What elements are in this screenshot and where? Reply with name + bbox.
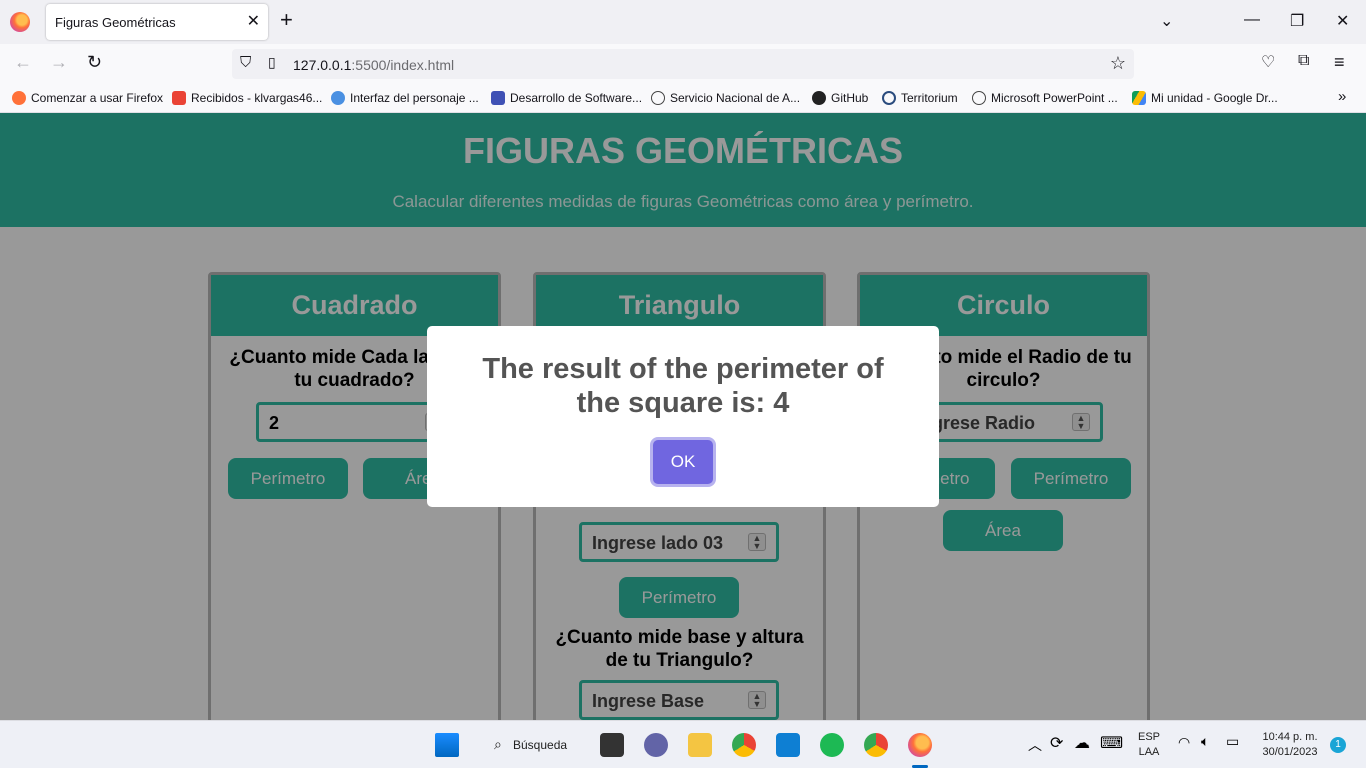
taskbar: ⌕ Búsqueda ︿ ⟳ ☁ ⌨ ESP LAA ◠ 🔈︎ ▭ 10:44 … bbox=[0, 720, 1366, 768]
clock-time: 10:44 p. m. bbox=[1262, 731, 1318, 743]
firefox-icon bbox=[12, 91, 26, 105]
chevron-up-icon[interactable]: ︿ bbox=[1028, 735, 1042, 755]
shield-icon[interactable]: ⛉ bbox=[240, 54, 251, 71]
clock[interactable]: 10:44 p. m. 30/01/2023 bbox=[1252, 730, 1328, 760]
tab-title: Figuras Geométricas bbox=[55, 15, 176, 30]
search-icon: ⌕ bbox=[494, 736, 502, 752]
cloud-icon[interactable]: ☁ bbox=[1074, 733, 1090, 753]
wifi-icon[interactable]: ◠ bbox=[1178, 734, 1190, 751]
result-dialog: The result of the perimeter of the squar… bbox=[427, 326, 939, 507]
bookmark-item[interactable]: Servicio Nacional de A... bbox=[651, 91, 800, 105]
notification-badge[interactable]: 1 bbox=[1330, 737, 1346, 753]
globe-icon bbox=[972, 91, 986, 105]
bookmarks-bar: Comenzar a usar Firefox Recibidos - klva… bbox=[0, 84, 1366, 113]
file-explorer-icon[interactable] bbox=[688, 733, 712, 757]
chrome-profile-icon[interactable] bbox=[864, 733, 888, 757]
reload-icon[interactable]: ↻ bbox=[87, 52, 102, 73]
firefox-taskbar-icon[interactable] bbox=[908, 733, 932, 757]
site-icon bbox=[882, 91, 896, 105]
keyboard-icon[interactable]: ⌨ bbox=[1100, 733, 1123, 753]
taskbar-search[interactable]: ⌕ Búsqueda bbox=[480, 729, 584, 761]
bookmark-item[interactable]: Interfaz del personaje ... bbox=[331, 91, 479, 105]
globe-icon bbox=[651, 91, 665, 105]
windows-start-icon[interactable] bbox=[435, 733, 459, 757]
new-tab-icon[interactable]: + bbox=[280, 9, 293, 31]
site-icon bbox=[491, 91, 505, 105]
google-drive-icon bbox=[1132, 91, 1146, 105]
modal-backdrop[interactable]: The result of the perimeter of the squar… bbox=[0, 113, 1366, 720]
more-bookmarks-icon[interactable]: » bbox=[1338, 88, 1346, 105]
task-view-icon[interactable] bbox=[600, 733, 624, 757]
url-text[interactable]: 127.0.0.1:5500/index.html bbox=[293, 57, 454, 73]
battery-icon[interactable]: ▭ bbox=[1226, 733, 1239, 750]
search-label: Búsqueda bbox=[513, 738, 568, 752]
menu-icon[interactable]: ≡ bbox=[1334, 52, 1345, 73]
bookmark-item[interactable]: GitHub bbox=[812, 91, 868, 105]
restore-icon[interactable]: ❐ bbox=[1290, 11, 1304, 31]
pocket-icon[interactable]: ♡ bbox=[1261, 52, 1275, 72]
active-tab[interactable]: Figuras Geométricas ✕ bbox=[46, 4, 268, 40]
volume-icon[interactable]: 🔈︎ bbox=[1201, 733, 1209, 750]
language-indicator[interactable]: ESP LAA bbox=[1134, 730, 1164, 760]
bookmark-item[interactable]: Recibidos - klvargas46... bbox=[172, 91, 322, 105]
bookmark-item[interactable]: Mi unidad - Google Dr... bbox=[1132, 91, 1278, 105]
bookmark-star-icon[interactable]: ☆ bbox=[1110, 53, 1126, 74]
close-window-icon[interactable]: ✕ bbox=[1336, 11, 1349, 31]
firefox-logo-icon[interactable] bbox=[10, 12, 30, 32]
teams-icon[interactable] bbox=[644, 733, 668, 757]
close-tab-icon[interactable]: ✕ bbox=[247, 11, 260, 31]
tab-bar: Figuras Geométricas ✕ + ⌄ — ❐ ✕ bbox=[0, 0, 1366, 44]
list-tabs-icon[interactable]: ⌄ bbox=[1160, 11, 1173, 31]
url-bar[interactable]: ⛉ ▯ 127.0.0.1:5500/index.html ☆ bbox=[232, 49, 1134, 79]
language-code: ESP bbox=[1137, 731, 1160, 743]
page-icon[interactable]: ▯ bbox=[268, 54, 276, 71]
bookmark-item[interactable]: Comenzar a usar Firefox bbox=[12, 91, 163, 105]
minimize-icon[interactable]: — bbox=[1244, 11, 1260, 29]
bookmark-item[interactable]: Microsoft PowerPoint ... bbox=[972, 91, 1118, 105]
page-content: FIGURAS GEOMÉTRICAS Calacular diferentes… bbox=[0, 113, 1366, 720]
forward-icon[interactable]: → bbox=[50, 52, 68, 73]
ok-button[interactable]: OK bbox=[653, 440, 713, 484]
keyboard-layout: LAA bbox=[1138, 746, 1160, 758]
chrome-icon[interactable] bbox=[732, 733, 756, 757]
vscode-icon[interactable] bbox=[776, 733, 800, 757]
bookmark-item[interactable]: Desarrollo de Software... bbox=[491, 91, 642, 105]
gmail-icon bbox=[172, 91, 186, 105]
extensions-icon[interactable]: ⧉ bbox=[1298, 52, 1309, 70]
github-icon bbox=[812, 91, 826, 105]
site-icon bbox=[331, 91, 345, 105]
result-message: The result of the perimeter of the squar… bbox=[482, 353, 884, 419]
clock-date: 30/01/2023 bbox=[1262, 746, 1318, 758]
bookmark-item[interactable]: Territorium bbox=[882, 91, 958, 105]
back-icon[interactable]: ← bbox=[14, 52, 32, 73]
sync-icon[interactable]: ⟳ bbox=[1050, 733, 1063, 753]
spotify-icon[interactable] bbox=[820, 733, 844, 757]
nav-bar: ← → ↻ ⛉ ▯ 127.0.0.1:5500/index.html ☆ ♡ … bbox=[0, 44, 1366, 84]
